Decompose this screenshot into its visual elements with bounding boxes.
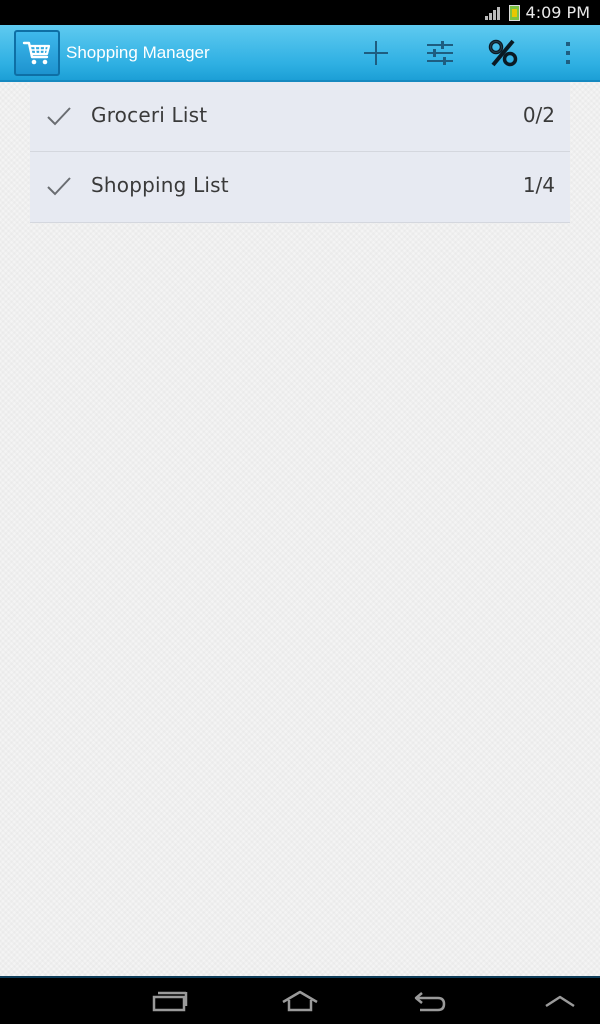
percent-button[interactable] bbox=[478, 25, 528, 80]
battery-icon bbox=[508, 4, 520, 21]
back-icon bbox=[414, 992, 446, 1012]
back-button[interactable] bbox=[400, 978, 460, 1024]
action-bar: Shopping Manager bbox=[0, 25, 600, 82]
status-time: 4:09 PM bbox=[525, 3, 590, 22]
list-item-count: 0/2 bbox=[522, 103, 555, 127]
shopping-cart-icon[interactable] bbox=[14, 30, 60, 76]
list-item-label: Shopping List bbox=[91, 173, 229, 197]
recent-apps-icon bbox=[152, 991, 188, 1012]
content-area: Groceri List 0/2 Shopping List 1/4 bbox=[0, 82, 600, 976]
check-icon bbox=[47, 107, 71, 126]
shopping-lists: Groceri List 0/2 Shopping List 1/4 bbox=[30, 82, 570, 223]
settings-sliders-icon bbox=[427, 40, 453, 65]
home-button[interactable] bbox=[270, 978, 330, 1024]
status-indicators: 4:09 PM bbox=[484, 0, 590, 25]
signal-icon bbox=[484, 5, 503, 21]
overflow-menu-icon bbox=[566, 41, 570, 64]
percent-icon bbox=[488, 39, 518, 66]
list-item[interactable]: Shopping List 1/4 bbox=[30, 152, 570, 223]
settings-button[interactable] bbox=[415, 25, 465, 80]
check-icon bbox=[47, 177, 71, 196]
list-item[interactable]: Groceri List 0/2 bbox=[30, 82, 570, 152]
home-icon bbox=[282, 990, 318, 1012]
menu-up-icon bbox=[545, 995, 575, 1008]
status-bar: 4:09 PM bbox=[0, 0, 600, 25]
add-icon bbox=[364, 40, 388, 65]
menu-up-button[interactable] bbox=[530, 978, 590, 1024]
navigation-bar bbox=[0, 976, 600, 1024]
app-title: Shopping Manager bbox=[66, 43, 210, 62]
overflow-menu-button[interactable] bbox=[543, 25, 593, 80]
add-button[interactable] bbox=[351, 25, 401, 80]
recent-apps-button[interactable] bbox=[140, 978, 200, 1024]
list-item-count: 1/4 bbox=[522, 173, 555, 197]
list-item-label: Groceri List bbox=[91, 103, 208, 127]
